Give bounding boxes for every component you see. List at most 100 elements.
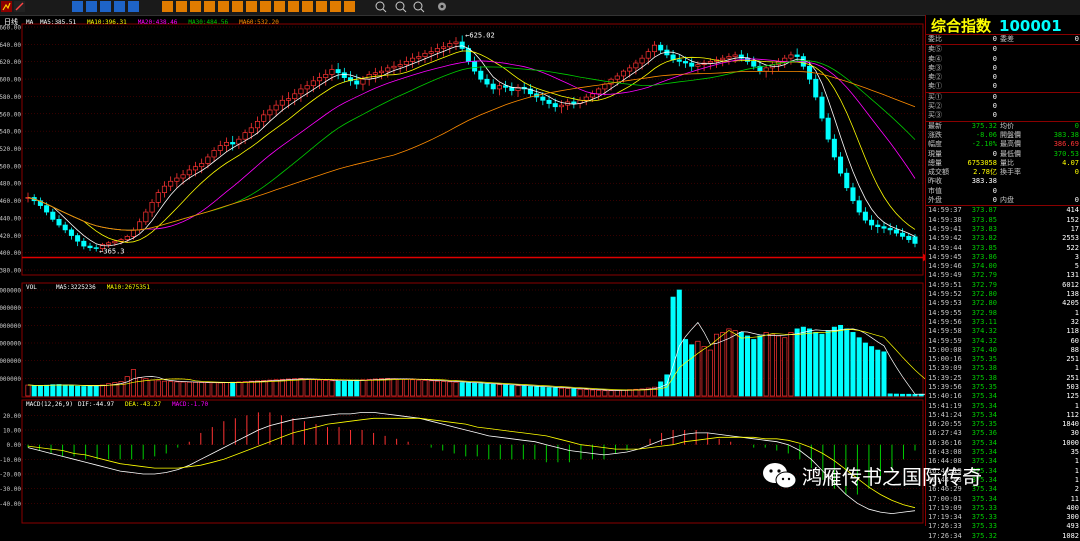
price-tick-label: 620.00 [0,59,21,66]
tick-time: 16:43:08 [928,448,962,457]
minute-icon-10[interactable] [288,1,299,12]
candle-body [285,98,292,101]
minute-icon-7[interactable] [246,1,257,12]
candle-body [614,75,620,80]
macd-legend-item: MACD:-1.70 [172,401,209,408]
quote-label: 涨跌 [928,130,942,139]
tick-price: 375.33 [971,513,997,522]
minute-icon-6[interactable] [232,1,243,12]
seasonal-period-icon[interactable] [114,1,125,12]
volume-bar [745,335,751,397]
volume-bar [614,389,620,397]
tick-volume: 503 [1066,382,1079,391]
candle-body [279,99,285,106]
volume-bar [93,385,99,397]
tick-time: 15:00:08 [928,345,962,354]
tick-time: 17:26:33 [928,522,962,531]
volume-bar [565,388,571,397]
minute-icon-11[interactable] [302,1,313,12]
tick-price: 375.38 [971,373,997,382]
zoom-in-icon[interactable] [375,1,387,13]
daily-period-icon[interactable] [72,1,83,12]
volume-bar [25,384,31,397]
volume-bar [807,328,813,397]
weekly-period-icon[interactable] [86,1,97,12]
candle-body [875,224,881,227]
zoom-out-icon[interactable] [395,1,407,13]
volume-bar [391,378,397,397]
minute-icon-12[interactable] [316,1,327,12]
volume-bar [732,330,738,397]
volume-bar [248,380,254,397]
wechat-logo [763,463,797,489]
volume-bar [844,328,850,397]
volume-bar [285,378,292,397]
yearly-period-icon[interactable] [128,1,139,12]
quote-label: 最新 [928,121,942,130]
minute-icon-8[interactable] [260,1,271,12]
volume-bar [850,332,856,397]
quote-value: -8.06 [975,130,997,139]
quote-label: 委比 [928,35,942,43]
quote-label-2: 量比 [1000,158,1014,167]
minute-icon-5[interactable] [218,1,229,12]
line-tool-icon[interactable] [14,1,25,12]
quote-row: 昨收 383.38 [926,177,1080,186]
volume-bar [366,379,372,397]
tick-time: 15:39:56 [928,382,962,391]
volume-bar [310,379,316,397]
chart-type-icon[interactable] [1,1,12,12]
tick-row: 14:59:55 372.98 1 [926,309,1080,318]
period-label: 日线 [4,17,18,26]
volume-bar [459,382,465,397]
tick-time: 17:19:34 [928,513,962,522]
volume-bar [676,289,682,397]
candle-body [93,247,99,249]
volume-bar [670,296,676,397]
candle-body [900,232,906,237]
volume-bar [230,381,236,397]
gear-icon[interactable] [438,2,446,11]
ma-line [27,58,916,231]
candle-body [379,70,385,74]
tick-volume: 251 [1066,373,1079,382]
quote-label: 卖④ [928,54,942,63]
volume-bar [174,381,180,397]
volume-bar [149,379,155,397]
macd-legend-label: MACD(12,26,9) [26,401,73,408]
volume-bar [521,385,527,397]
quote-row: 卖④ 0 [926,55,1080,64]
candle-body [391,65,397,69]
quote-label: 現量 [928,149,942,158]
volume-bar [317,379,323,397]
stock-chart[interactable]: 660.00640.00620.00600.00580.00560.00540.… [0,15,925,526]
tick-row: 16:43:08 375.34 35 [926,448,1080,457]
volume-bar [546,387,552,397]
candle-body [546,99,552,104]
price-tick-label: 600.00 [0,77,21,84]
candle-body [298,88,304,95]
volume-bar [211,382,217,397]
price-tick-label: 480.00 [0,181,21,188]
quote-row: 买① 0 [926,93,1080,102]
minute-icon-4[interactable] [204,1,215,12]
quote-row: 總量 6753058 量比 4.07 [926,159,1080,168]
minute-icon-1[interactable] [162,1,173,12]
minute-icon-9[interactable] [274,1,285,12]
minute-icon-2[interactable] [176,1,187,12]
candle-body [571,101,577,104]
quote-row: 卖② 0 [926,73,1080,82]
minute-icon-13[interactable] [330,1,341,12]
candle-body [335,69,341,74]
tick-volume: 1 [1074,401,1079,410]
candle-body [261,114,267,122]
candle-body [478,70,484,80]
quote-label: 市值 [928,186,942,195]
tick-time: 14:59:56 [928,317,962,326]
candle-body [869,219,875,226]
search-icon[interactable] [413,1,425,13]
tick-time: 14:59:45 [928,252,962,261]
minute-icon-3[interactable] [190,1,201,12]
monthly-period-icon[interactable] [100,1,111,12]
minute-icon-14[interactable] [344,1,355,12]
